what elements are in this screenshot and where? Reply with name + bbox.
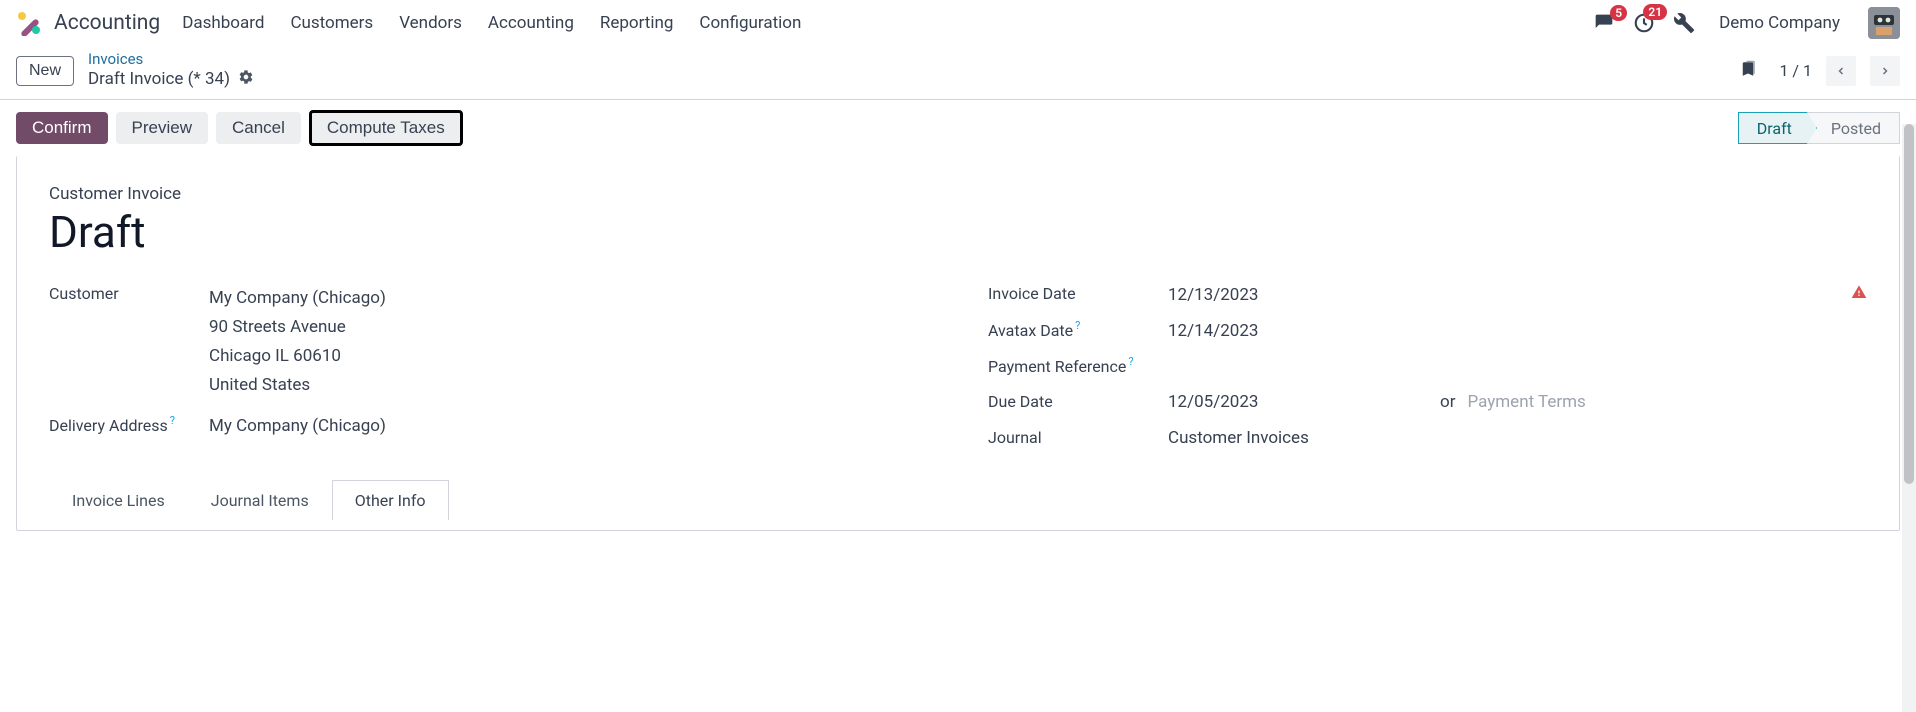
due-date-row: 12/05/2023 or Payment Terms	[1168, 392, 1867, 412]
new-button[interactable]: New	[16, 56, 74, 86]
help-icon[interactable]: ?	[1075, 319, 1080, 332]
bookmark-icon[interactable]	[1739, 58, 1757, 84]
systray: 5 21 Demo Company	[1593, 7, 1900, 39]
form-right-column: Invoice Date 12/13/2023 Avatax Date? 12/…	[988, 276, 1867, 456]
payment-reference-label: Payment Reference?	[988, 357, 1168, 376]
top-nav: Accounting Dashboard Customers Vendors A…	[0, 0, 1916, 46]
delivery-address-value[interactable]: My Company (Chicago)	[209, 416, 928, 436]
control-row: New Invoices Draft Invoice (* 34) 1 / 1	[0, 46, 1916, 99]
compute-taxes-button[interactable]: Compute Taxes	[309, 110, 463, 146]
status-posted[interactable]: Posted	[1807, 112, 1900, 144]
user-avatar[interactable]	[1868, 7, 1900, 39]
breadcrumb: Invoices Draft Invoice (* 34)	[88, 50, 254, 91]
scrollbar-thumb[interactable]	[1904, 124, 1914, 484]
pager-text[interactable]: 1 / 1	[1779, 61, 1812, 80]
confirm-button[interactable]: Confirm	[16, 112, 108, 144]
customer-label: Customer	[49, 284, 209, 303]
customer-value[interactable]: My Company (Chicago) 90 Streets Avenue C…	[209, 284, 928, 400]
pager-prev[interactable]	[1826, 56, 1856, 86]
menu-accounting[interactable]: Accounting	[488, 13, 574, 33]
tab-journal-items[interactable]: Journal Items	[188, 480, 332, 520]
activities-icon[interactable]: 21	[1633, 12, 1655, 34]
form-card: Customer Invoice Draft Customer My Compa…	[16, 156, 1900, 531]
help-icon[interactable]: ?	[1128, 355, 1133, 368]
form-left-column: Customer My Company (Chicago) 90 Streets…	[49, 276, 928, 456]
company-switcher[interactable]: Demo Company	[1719, 13, 1840, 33]
cancel-button[interactable]: Cancel	[216, 112, 301, 144]
avatax-date-value[interactable]: 12/14/2023	[1168, 321, 1867, 341]
invoice-date-value[interactable]: 12/13/2023	[1168, 285, 1258, 305]
breadcrumb-current: Draft Invoice (* 34)	[88, 69, 230, 90]
menu-dashboard[interactable]: Dashboard	[182, 13, 264, 33]
delivery-address-label: Delivery Address?	[49, 416, 209, 435]
scrollbar[interactable]	[1902, 124, 1916, 712]
menu-customers[interactable]: Customers	[290, 13, 373, 33]
status-draft[interactable]: Draft	[1738, 112, 1817, 144]
main-menu: Dashboard Customers Vendors Accounting R…	[182, 13, 801, 33]
app-name[interactable]: Accounting	[54, 11, 160, 35]
tab-invoice-lines[interactable]: Invoice Lines	[49, 480, 188, 520]
avatax-date-label: Avatax Date?	[988, 321, 1168, 340]
breadcrumb-parent[interactable]: Invoices	[88, 50, 254, 69]
preview-button[interactable]: Preview	[116, 112, 208, 144]
menu-configuration[interactable]: Configuration	[699, 13, 801, 33]
gear-icon[interactable]	[238, 69, 254, 91]
activities-badge: 21	[1643, 4, 1667, 20]
payment-terms-field[interactable]: Payment Terms	[1467, 392, 1585, 412]
tools-icon[interactable]	[1673, 12, 1695, 34]
warning-icon[interactable]	[1851, 284, 1867, 305]
due-date-or: or	[1440, 392, 1455, 412]
pager-next[interactable]	[1870, 56, 1900, 86]
journal-value[interactable]: Customer Invoices	[1168, 428, 1867, 448]
menu-vendors[interactable]: Vendors	[399, 13, 462, 33]
document-title[interactable]: Draft	[49, 206, 1867, 258]
due-date-label: Due Date	[988, 392, 1168, 411]
help-icon[interactable]: ?	[170, 414, 175, 427]
tab-other-info[interactable]: Other Info	[332, 480, 449, 520]
due-date-value[interactable]: 12/05/2023	[1168, 392, 1428, 412]
action-bar: Confirm Preview Cancel Compute Taxes Dra…	[0, 100, 1916, 146]
journal-label: Journal	[988, 428, 1168, 447]
app-logo-icon[interactable]	[16, 10, 42, 36]
menu-reporting[interactable]: Reporting	[600, 13, 674, 33]
status-bar: Draft Posted	[1738, 112, 1900, 144]
detail-tabs: Invoice Lines Journal Items Other Info	[49, 480, 1867, 520]
pager: 1 / 1	[1739, 56, 1900, 86]
messages-badge: 5	[1610, 5, 1627, 21]
messages-icon[interactable]: 5	[1593, 13, 1615, 33]
document-type-label: Customer Invoice	[49, 184, 1867, 204]
invoice-date-label: Invoice Date	[988, 284, 1168, 303]
